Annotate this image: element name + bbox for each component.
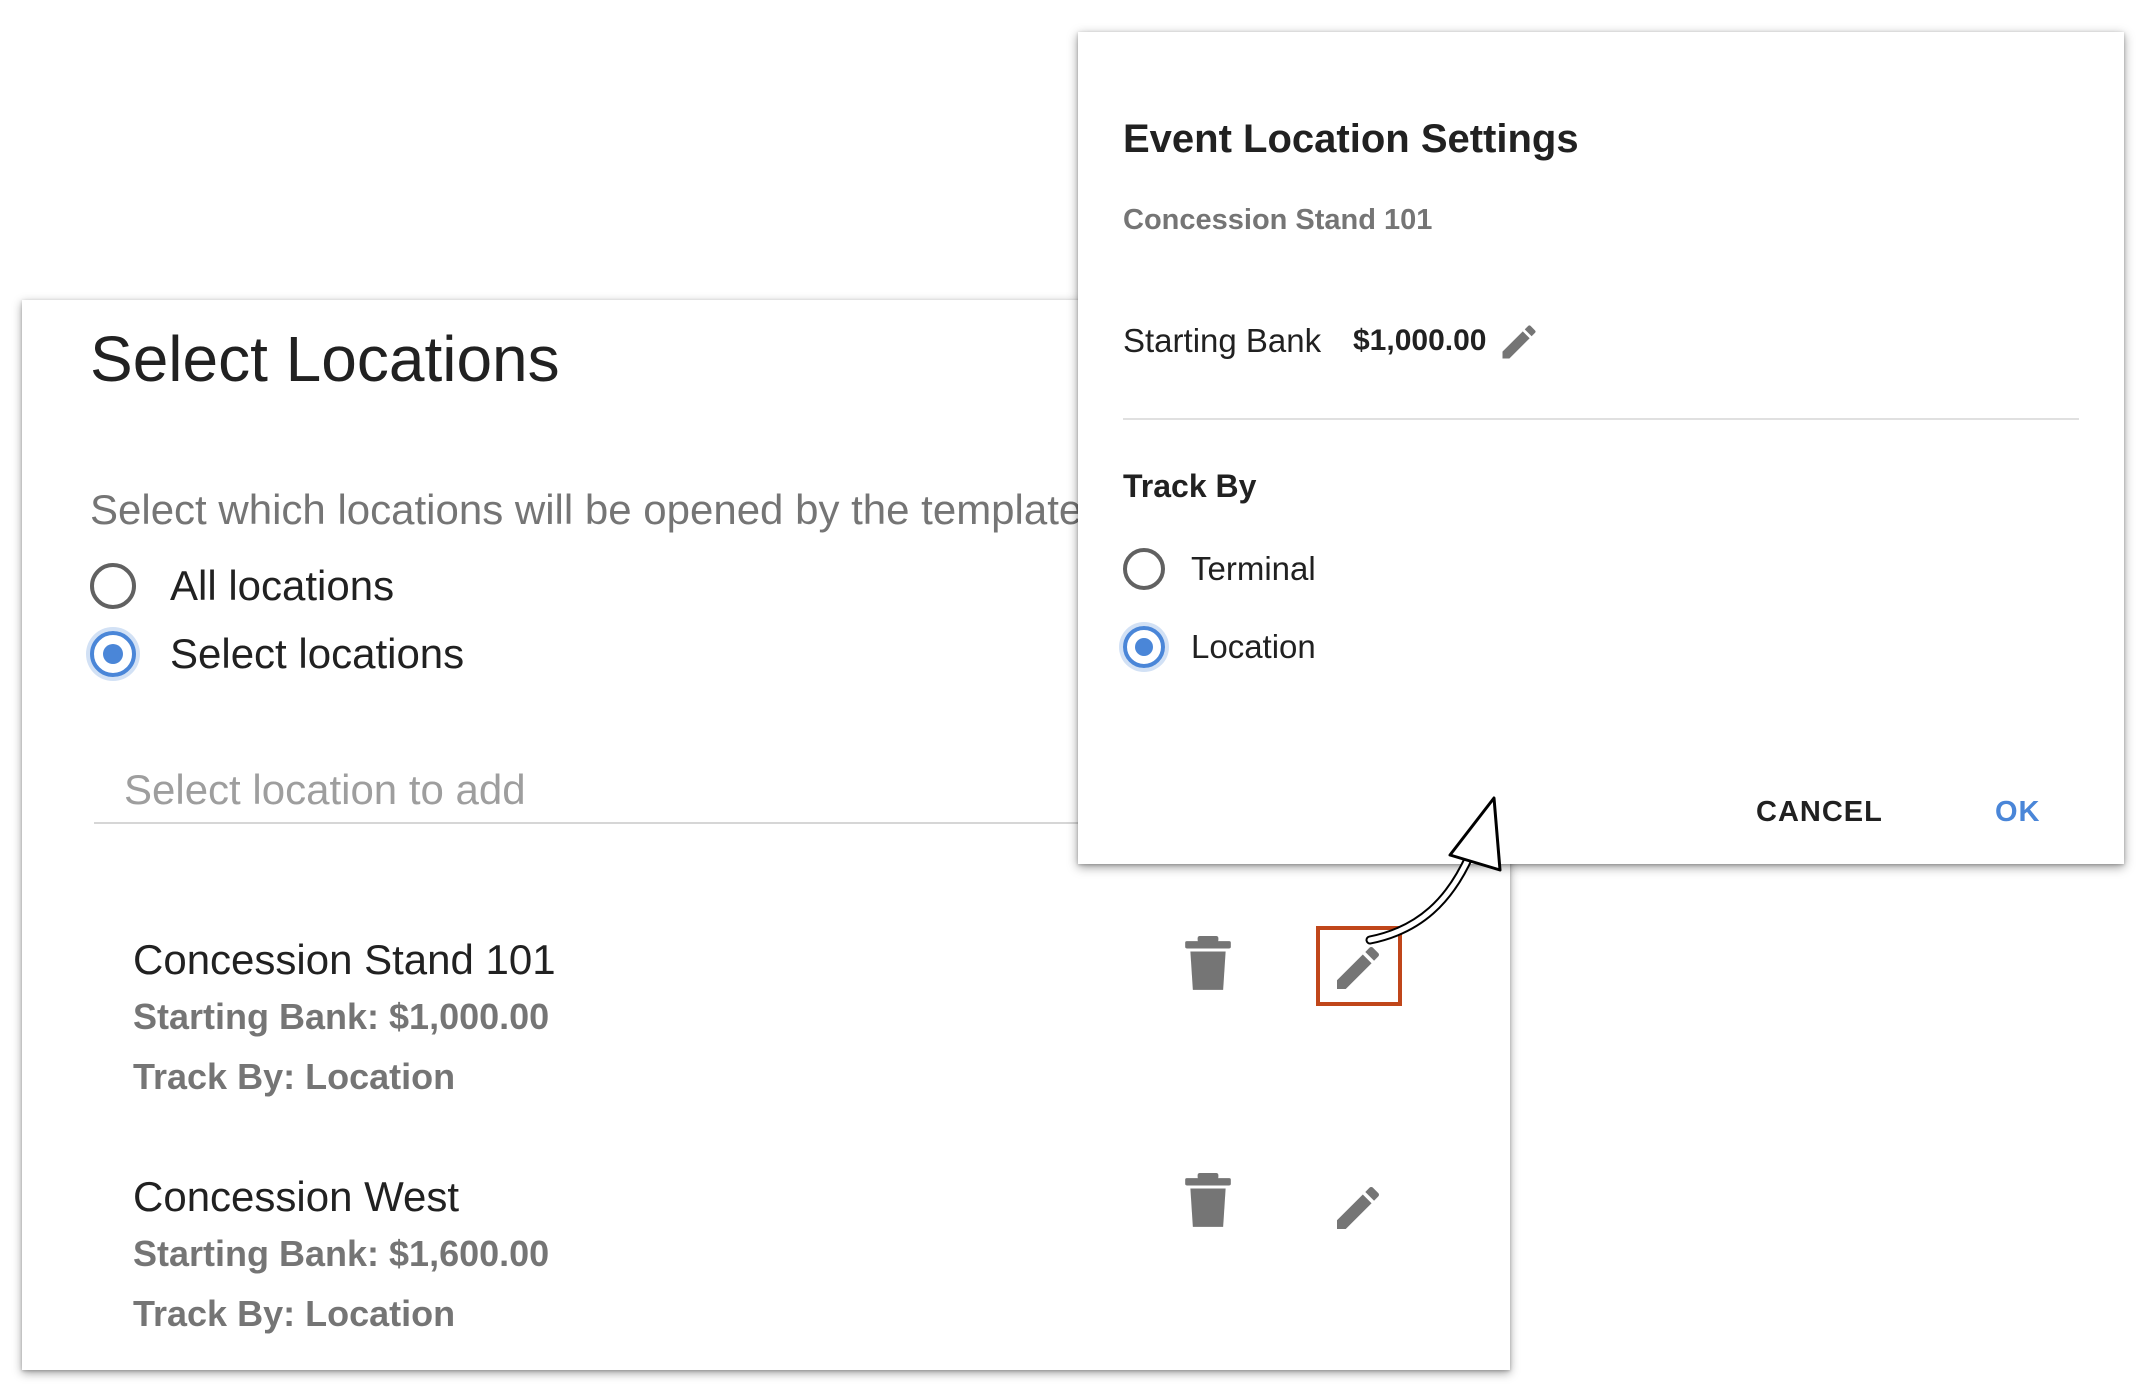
location-starting-bank: Starting Bank: $1,000.00 bbox=[133, 996, 550, 1037]
track-by-location-option[interactable]: Location bbox=[1123, 626, 1316, 668]
starting-bank-value: $1,000.00 bbox=[1353, 324, 1487, 357]
pencil-icon bbox=[1337, 1186, 1380, 1229]
location-starting-bank: Starting Bank: $1,600.00 bbox=[133, 1233, 550, 1274]
trash-icon bbox=[1185, 1173, 1231, 1227]
page-description: Select which locations will be opened by… bbox=[90, 486, 1083, 533]
callout-arrow bbox=[1365, 796, 1502, 945]
screenshot-stage: Select Locations Select which locations … bbox=[0, 0, 2150, 1396]
location-item: Concession Stand 101 Starting Bank: $1,0… bbox=[133, 926, 1433, 1136]
all-locations-option[interactable]: All locations bbox=[90, 562, 394, 610]
starting-bank-label: Starting Bank bbox=[1123, 322, 1322, 359]
location-track-by: Track By: Location bbox=[133, 1056, 456, 1097]
edit-location-button[interactable] bbox=[1318, 1173, 1388, 1243]
terminal-radio[interactable] bbox=[1123, 548, 1165, 590]
dialog-subtitle: Concession Stand 101 bbox=[1123, 204, 1433, 236]
delete-location-button[interactable] bbox=[1183, 936, 1233, 992]
select-locations-label: Select locations bbox=[170, 630, 465, 677]
page-title: Select Locations bbox=[90, 323, 560, 395]
track-by-heading: Track By bbox=[1123, 468, 1257, 504]
track-by-terminal-option[interactable]: Terminal bbox=[1123, 548, 1316, 590]
event-location-settings-dialog: Event Location Settings Concession Stand… bbox=[1078, 32, 2124, 864]
divider bbox=[1123, 418, 2079, 420]
delete-location-button[interactable] bbox=[1183, 1173, 1233, 1229]
location-item: Concession West Starting Bank: $1,600.00… bbox=[133, 1173, 1433, 1370]
pencil-icon bbox=[1502, 325, 1536, 359]
trash-icon bbox=[1185, 936, 1231, 990]
ok-button[interactable]: OK bbox=[1995, 796, 2041, 829]
all-locations-label: All locations bbox=[170, 562, 395, 609]
dialog-title: Event Location Settings bbox=[1123, 117, 1579, 161]
location-label: Location bbox=[1191, 628, 1316, 665]
all-locations-radio[interactable] bbox=[90, 563, 136, 609]
location-track-by: Track By: Location bbox=[133, 1293, 456, 1334]
select-locations-radio[interactable] bbox=[90, 631, 136, 677]
terminal-label: Terminal bbox=[1191, 550, 1316, 587]
select-locations-option[interactable]: Select locations bbox=[90, 630, 464, 678]
location-radio[interactable] bbox=[1123, 626, 1165, 668]
cancel-button[interactable]: CANCEL bbox=[1756, 796, 1883, 829]
location-name: Concession Stand 101 bbox=[133, 936, 556, 983]
edit-starting-bank-button[interactable] bbox=[1497, 320, 1541, 364]
location-name: Concession West bbox=[133, 1173, 460, 1220]
